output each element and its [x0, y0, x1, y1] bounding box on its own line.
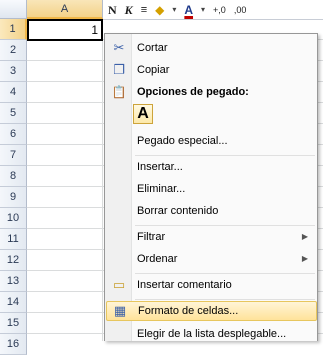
- menu-item-label: Borrar contenido: [137, 205, 219, 217]
- menu-item-label: Pegado especial...: [137, 135, 228, 147]
- row-header-16[interactable]: 16: [0, 334, 27, 355]
- menu-separator: [135, 299, 315, 300]
- menu-item-copy[interactable]: ❐ Copiar: [106, 60, 317, 80]
- menu-item-label: Elegir de la lista desplegable...: [137, 328, 287, 340]
- copy-icon: ❐: [113, 62, 125, 77]
- paste-icon: 📋: [111, 85, 127, 99]
- menu-heading-paste-options: 📋 Opciones de pegado:: [106, 82, 317, 102]
- italic-button[interactable]: K: [123, 2, 135, 18]
- row-header-5[interactable]: 5: [0, 103, 27, 124]
- menu-item-pick-from-list[interactable]: Elegir de la lista desplegable...: [106, 324, 317, 344]
- submenu-arrow-icon: ▶: [301, 232, 308, 241]
- font-color-button[interactable]: A: [182, 2, 195, 18]
- row-header-8[interactable]: 8: [0, 166, 27, 187]
- menu-separator: [135, 273, 315, 274]
- select-all-corner[interactable]: [0, 0, 27, 19]
- menu-separator: [135, 225, 315, 226]
- menu-item-cut[interactable]: ✂ Cortar: [106, 38, 317, 58]
- increase-decimal-button[interactable]: +,0: [211, 2, 228, 18]
- center-align-button[interactable]: ≡: [139, 2, 149, 18]
- bold-button[interactable]: N: [106, 2, 119, 18]
- column-header-a[interactable]: A: [27, 0, 103, 19]
- row-header-11[interactable]: 11: [0, 229, 27, 250]
- menu-heading-label: Opciones de pegado:: [137, 86, 249, 98]
- menu-item-delete[interactable]: Eliminar...: [106, 179, 317, 199]
- menu-item-label: Ordenar: [137, 253, 178, 265]
- paste-keep-formatting-button[interactable]: A: [133, 104, 153, 124]
- row-header-3[interactable]: 3: [0, 61, 27, 82]
- font-color-dropdown-icon[interactable]: ▾: [199, 2, 207, 18]
- gridline: [102, 19, 103, 341]
- row-header-2[interactable]: 2: [0, 40, 27, 61]
- context-menu: ✂ Cortar ❐ Copiar 📋 Opciones de pegado: …: [104, 33, 318, 341]
- fill-color-dropdown-icon[interactable]: ▾: [170, 2, 178, 18]
- cell-a1[interactable]: 1: [27, 19, 103, 41]
- menu-item-sort[interactable]: Ordenar ▶: [106, 249, 317, 269]
- menu-item-paste-special[interactable]: Pegado especial...: [106, 131, 317, 151]
- menu-item-label: Insertar comentario: [137, 279, 232, 291]
- menu-item-filter[interactable]: Filtrar ▶: [106, 227, 317, 247]
- mini-toolbar: N K ≡ ◆ ▾ A ▾ +,0 ,00: [103, 0, 323, 20]
- row-header-6[interactable]: 6: [0, 124, 27, 145]
- fill-color-icon[interactable]: ◆: [153, 2, 166, 18]
- row-header-9[interactable]: 9: [0, 187, 27, 208]
- menu-item-clear-contents[interactable]: Borrar contenido: [106, 201, 317, 221]
- row-header-13[interactable]: 13: [0, 271, 27, 292]
- row-header-15[interactable]: 15: [0, 313, 27, 334]
- menu-item-label: Eliminar...: [137, 183, 186, 195]
- menu-item-format-cells[interactable]: ▦ Formato de celdas...: [106, 301, 317, 321]
- row-header-12[interactable]: 12: [0, 250, 27, 271]
- format-cells-icon: ▦: [113, 303, 127, 318]
- row-header-10[interactable]: 10: [0, 208, 27, 229]
- menu-item-label: Copiar: [137, 64, 170, 76]
- menu-item-label: Cortar: [137, 42, 168, 54]
- menu-item-label: Formato de celdas...: [138, 305, 239, 317]
- row-header-7[interactable]: 7: [0, 145, 27, 166]
- menu-item-label: Filtrar: [137, 231, 166, 243]
- scissors-icon: ✂: [113, 40, 125, 55]
- comment-icon: ▭: [112, 277, 126, 292]
- menu-item-insert[interactable]: Insertar...: [106, 157, 317, 177]
- row-header-14[interactable]: 14: [0, 292, 27, 313]
- submenu-arrow-icon: ▶: [301, 254, 308, 263]
- decrease-decimal-button[interactable]: ,00: [232, 2, 249, 18]
- row-header-4[interactable]: 4: [0, 82, 27, 103]
- menu-item-insert-comment[interactable]: ▭ Insertar comentario: [106, 275, 317, 295]
- menu-item-label: Insertar...: [137, 161, 183, 173]
- menu-separator: [135, 155, 315, 156]
- row-header-1[interactable]: 1: [0, 19, 27, 40]
